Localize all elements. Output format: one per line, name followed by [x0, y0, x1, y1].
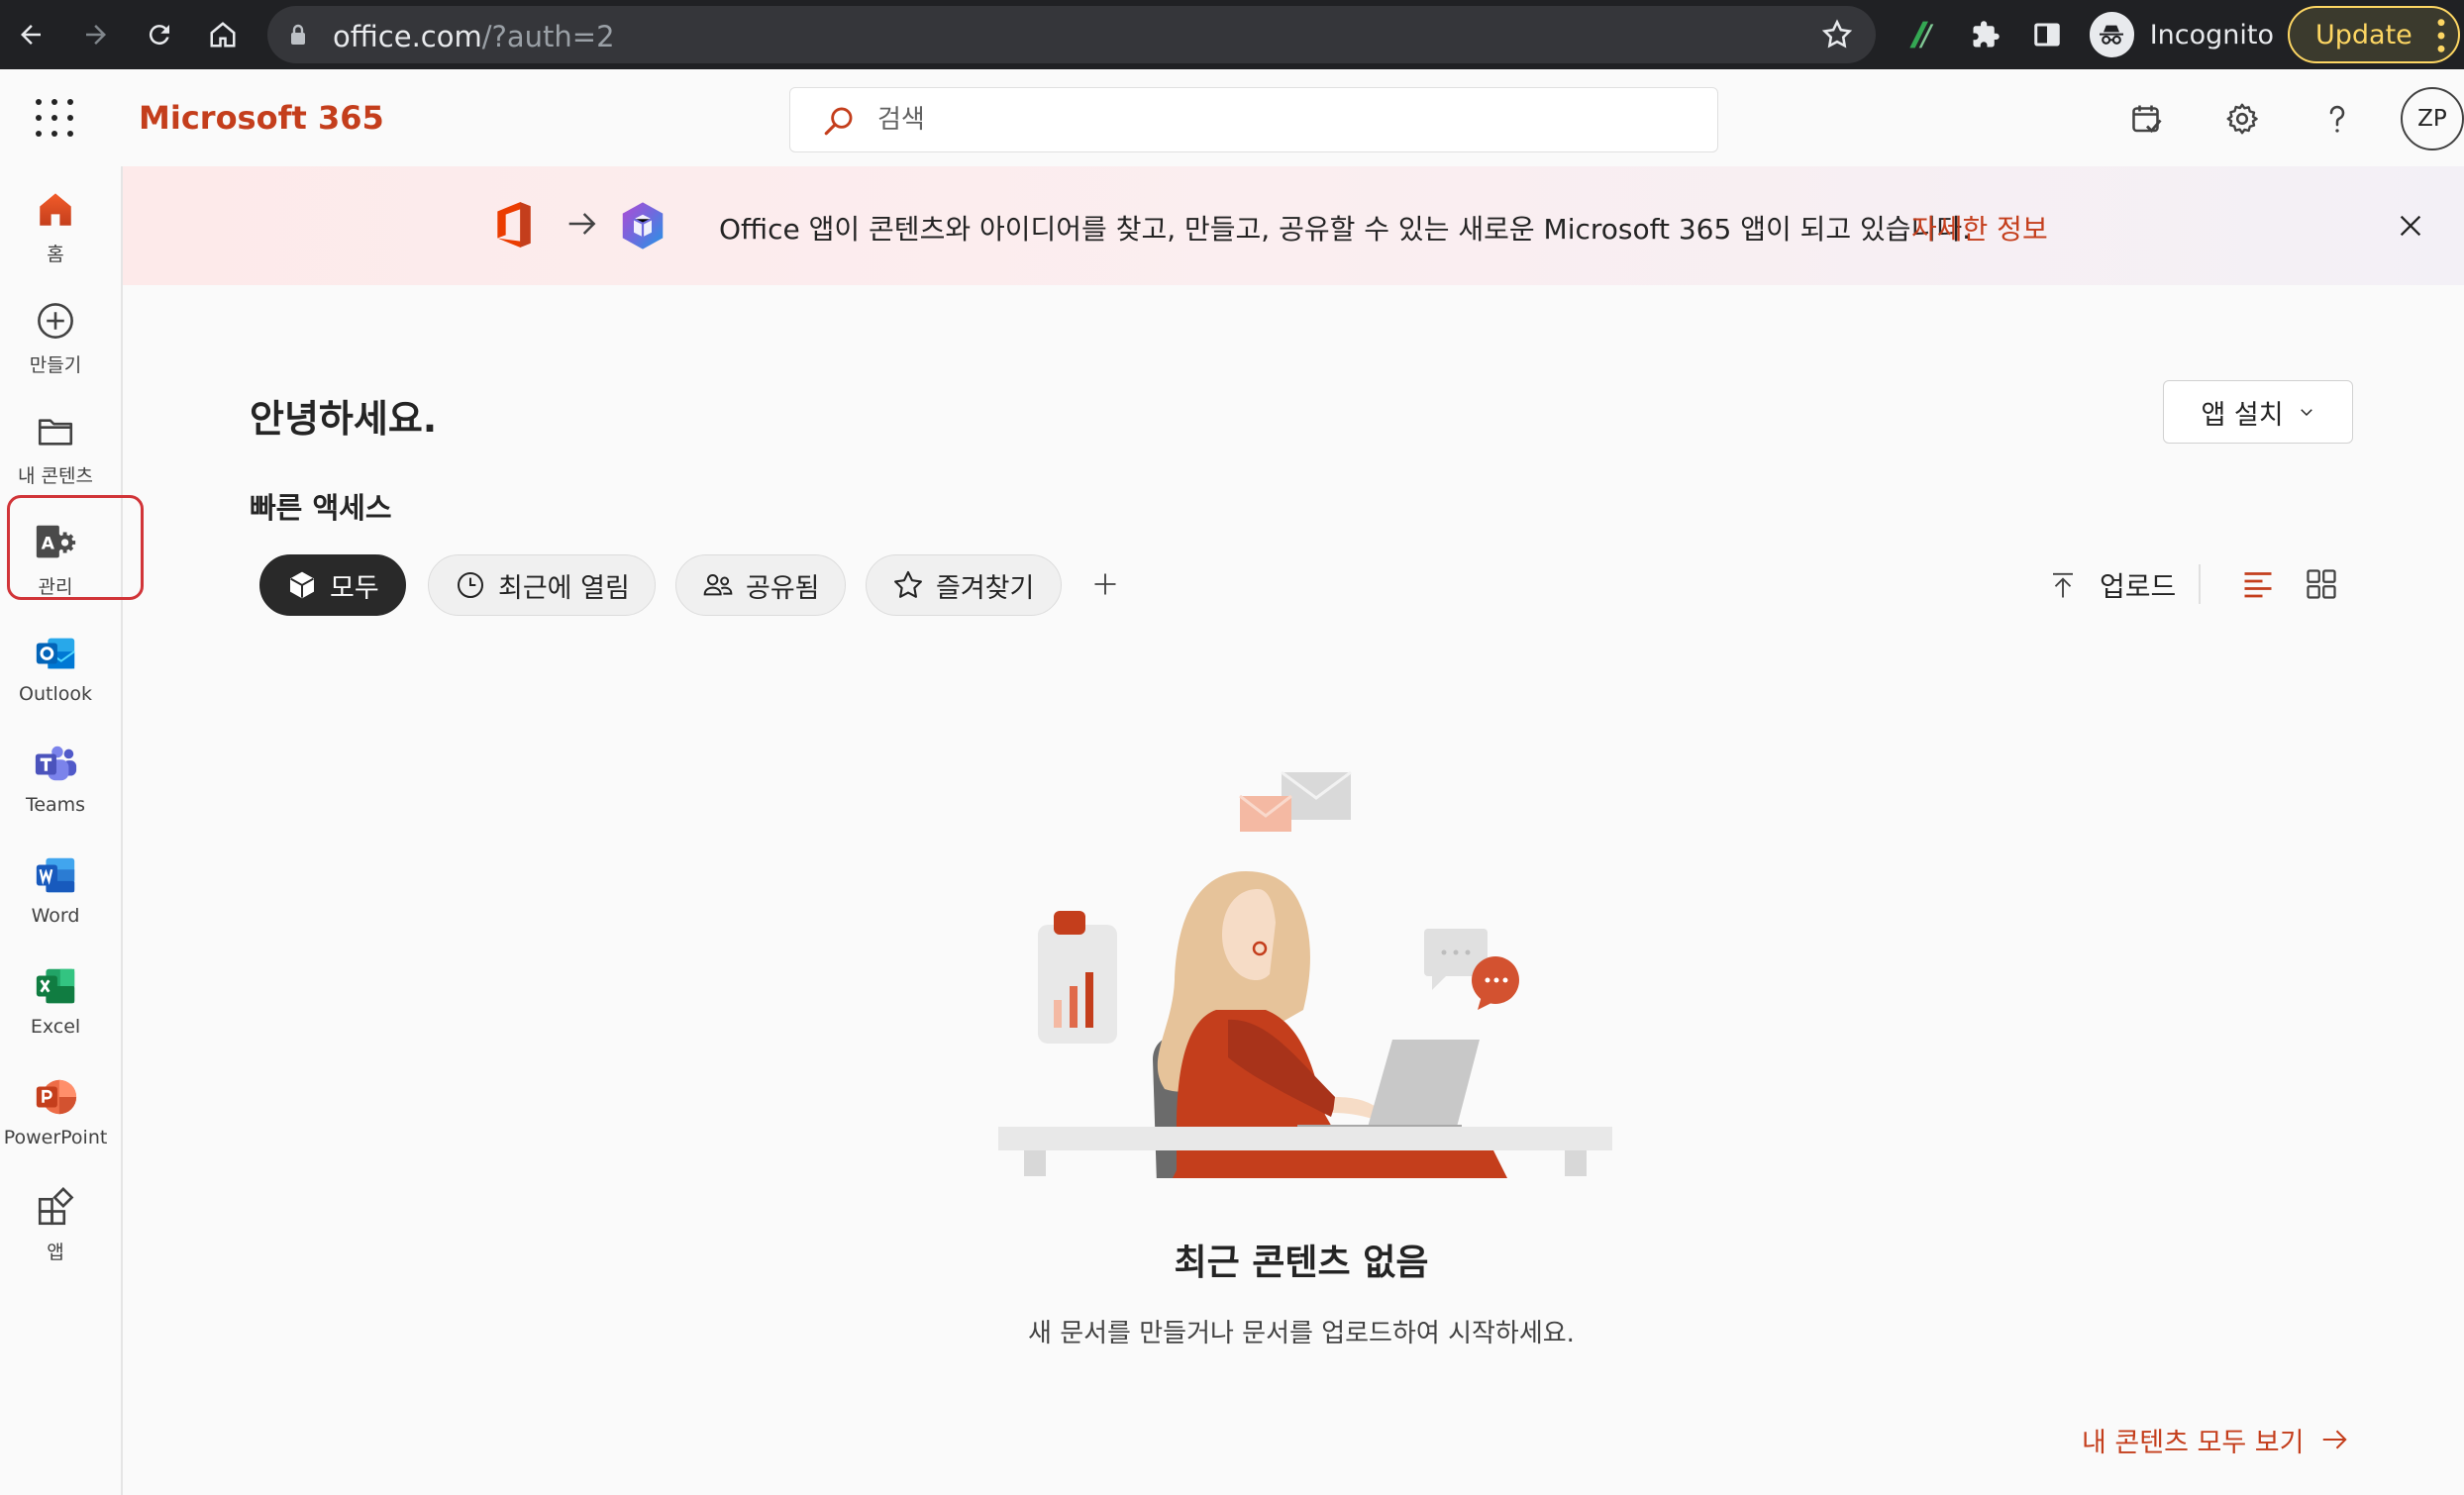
clock-icon	[453, 567, 488, 603]
app-header: Microsoft 365 ZP	[0, 69, 2464, 166]
browser-toolbar: office.com/?auth=2 Incognito Update	[0, 0, 2464, 69]
word-icon	[32, 851, 79, 899]
view-all-content-link[interactable]: 내 콘텐츠 모두 보기	[2082, 1420, 2351, 1459]
chevron-down-icon	[2300, 409, 2312, 417]
list-view-icon[interactable]	[2238, 564, 2278, 604]
search-box[interactable]	[789, 87, 1718, 152]
calendar-check-icon[interactable]	[2125, 97, 2169, 141]
arrow-right-icon	[2323, 1430, 2348, 1449]
left-nav-rail: 홈 만들기 내 콘텐츠 A 관리 Outlook Teams Word Exce…	[0, 166, 123, 1495]
update-button[interactable]: Update	[2288, 6, 2460, 63]
extensions-puzzle-icon[interactable]	[1965, 14, 2006, 55]
empty-state-illustration	[998, 762, 1612, 1184]
side-panel-icon[interactable]	[2026, 14, 2068, 55]
help-icon[interactable]	[2315, 97, 2359, 141]
microsoft365-logo-icon	[616, 198, 669, 257]
incognito-icon	[2090, 12, 2134, 57]
search-input[interactable]	[877, 98, 1690, 142]
apps-icon	[32, 1184, 79, 1232]
folder-icon	[32, 408, 79, 455]
office-logo-icon	[493, 200, 535, 253]
rail-admin-highlight	[7, 495, 144, 600]
people-icon	[700, 567, 736, 603]
upload-arrow-icon	[2053, 572, 2073, 598]
empty-state-subtitle: 새 문서를 만들거나 문서를 업로드하여 시작하세요.	[1028, 1319, 1575, 1348]
add-filter-plus-icon[interactable]	[1085, 564, 1125, 604]
powerpoint-icon	[32, 1073, 79, 1121]
grid-view-icon[interactable]	[2302, 564, 2341, 604]
forward-icon[interactable]	[75, 14, 117, 55]
install-apps-button[interactable]: 앱 설치	[2163, 380, 2353, 444]
rail-item-teams[interactable]: Teams	[0, 737, 111, 836]
app-launcher-icon[interactable]	[36, 99, 73, 137]
banner-learn-more-link[interactable]: 자세한 정보	[1911, 208, 2048, 248]
address-bar[interactable]: office.com/?auth=2	[267, 6, 1876, 63]
bookmark-star-icon[interactable]	[1820, 18, 1854, 55]
excel-icon	[32, 962, 79, 1010]
account-avatar[interactable]: ZP	[2401, 87, 2464, 150]
incognito-indicator[interactable]: Incognito	[2086, 6, 2274, 63]
filter-shared[interactable]: 공유됨	[675, 554, 846, 616]
extension-pen-icon[interactable]	[1899, 14, 1941, 55]
reload-icon[interactable]	[139, 14, 180, 55]
empty-state-title: 최근 콘텐츠 없음	[1174, 1243, 1429, 1283]
arrow-right-icon	[563, 204, 602, 248]
toolbar-divider	[2199, 564, 2201, 604]
rail-item-outlook[interactable]: Outlook	[0, 626, 111, 725]
filter-all[interactable]: 모두	[259, 554, 406, 616]
rail-item-excel[interactable]: Excel	[0, 958, 111, 1057]
back-icon[interactable]	[10, 14, 51, 55]
rail-item-powerpoint[interactable]: PowerPoint	[0, 1069, 111, 1168]
greeting-title: 안녕하세요.	[250, 397, 438, 441]
close-icon[interactable]	[2393, 208, 2428, 244]
home-browser-icon[interactable]	[202, 14, 244, 55]
lock-icon	[289, 24, 307, 50]
teams-icon	[32, 741, 79, 788]
rail-item-home[interactable]: 홈	[0, 182, 111, 281]
quick-access-heading: 빠른 액세스	[250, 491, 392, 525]
filter-recent[interactable]: 최근에 열림	[428, 554, 656, 616]
settings-gear-icon[interactable]	[2220, 97, 2264, 141]
announcement-banner: Office 앱이 콘텐츠와 아이디어를 찾고, 만들고, 공유할 수 있는 새…	[123, 166, 2464, 285]
brand-title[interactable]: Microsoft 365	[139, 99, 384, 137]
search-icon	[822, 104, 856, 142]
upload-button[interactable]: 업로드	[2048, 564, 2176, 606]
url-text: office.com/?auth=2	[333, 20, 615, 53]
rail-item-create[interactable]: 만들기	[0, 293, 111, 392]
filter-favorites[interactable]: 즐겨찾기	[866, 554, 1062, 616]
rail-item-word[interactable]: Word	[0, 847, 111, 947]
more-vertical-icon	[2437, 19, 2445, 52]
create-plus-icon	[32, 297, 79, 345]
outlook-icon	[32, 630, 79, 677]
cube-icon	[284, 567, 320, 603]
banner-message: Office 앱이 콘텐츠와 아이디어를 찾고, 만들고, 공유할 수 있는 새…	[719, 213, 1971, 246]
rail-item-my-content[interactable]: 내 콘텐츠	[0, 404, 111, 503]
home-icon	[32, 186, 79, 234]
star-icon	[890, 567, 926, 603]
